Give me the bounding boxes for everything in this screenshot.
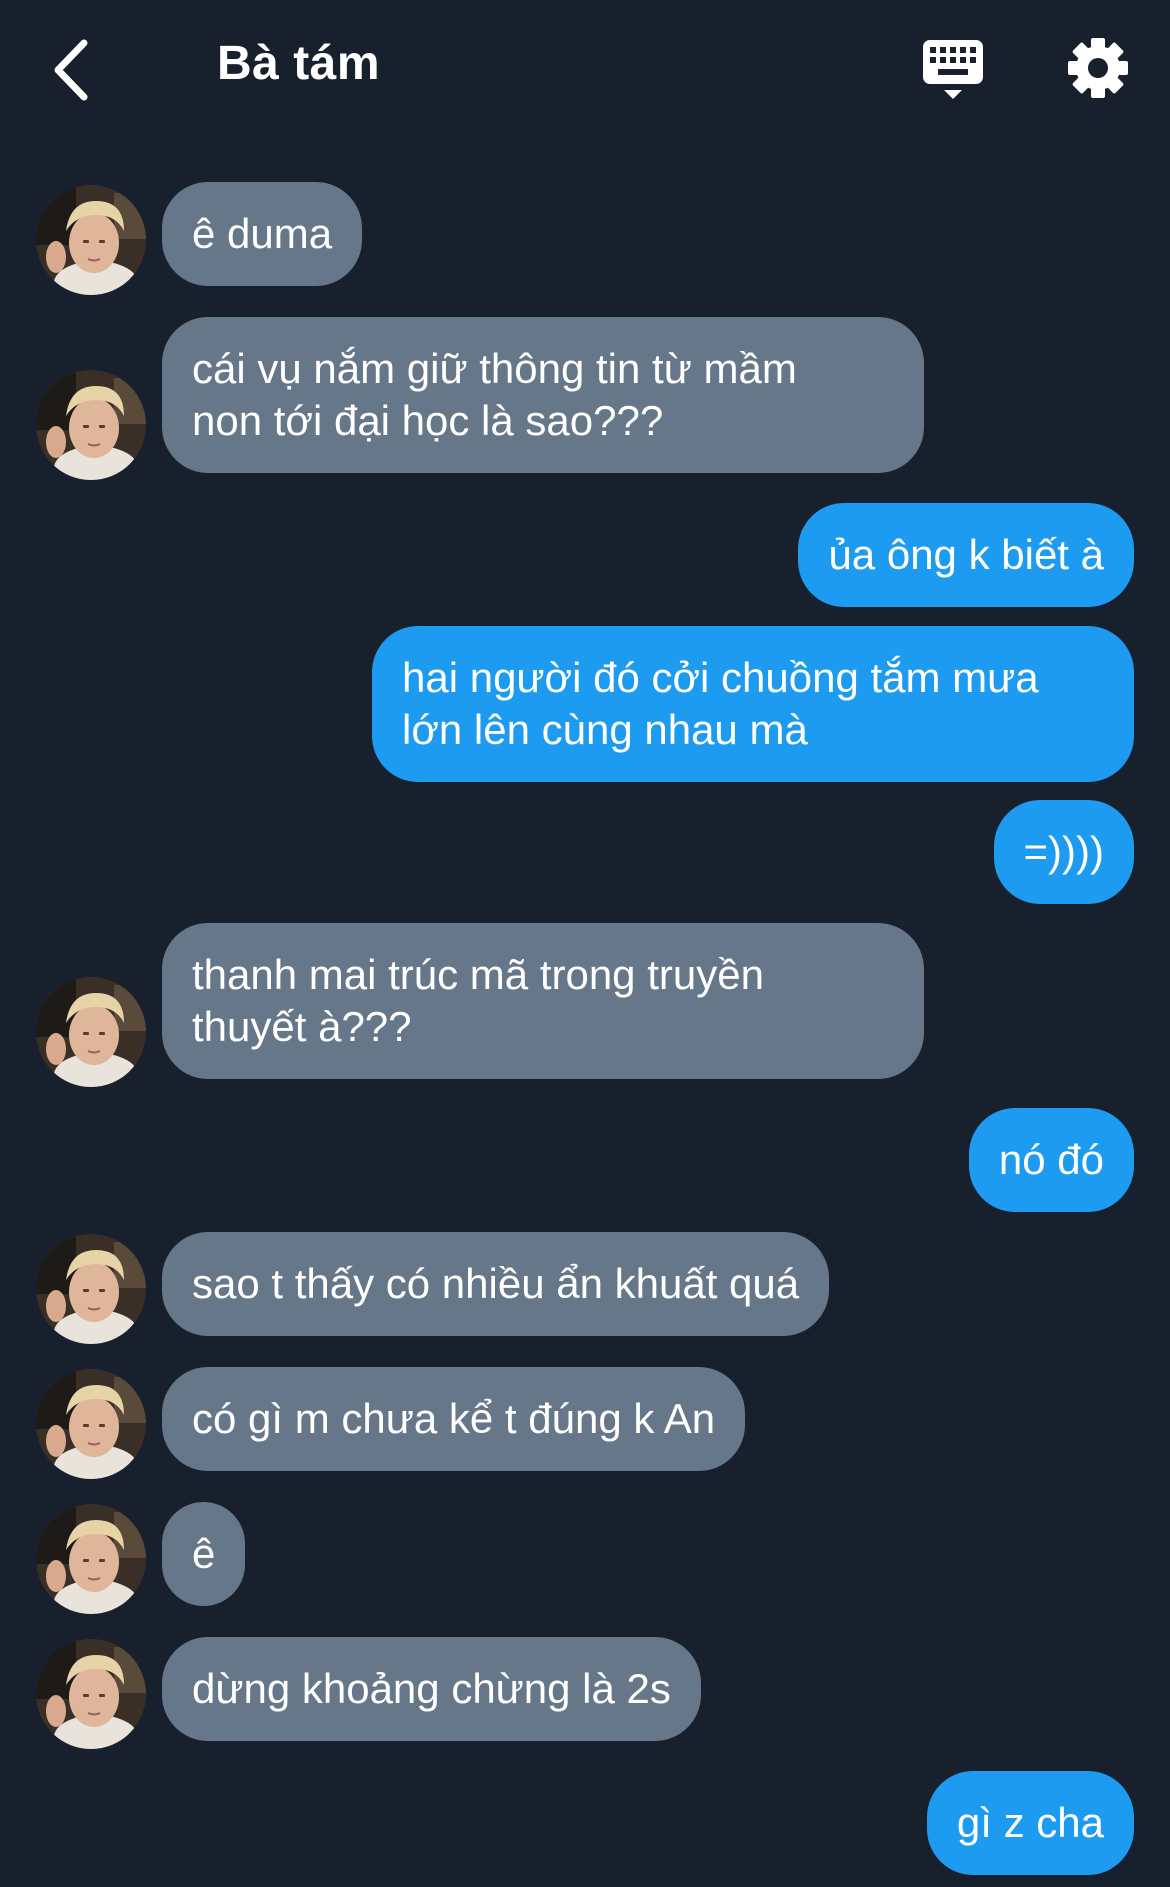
gear-icon — [1068, 38, 1128, 98]
profile-photo — [36, 977, 146, 1087]
avatar[interactable] — [36, 977, 146, 1087]
profile-photo — [36, 370, 146, 480]
message-bubble-outgoing[interactable]: gì z cha — [926, 1771, 1134, 1875]
message-text: non tới đại học là sao??? — [192, 397, 664, 444]
message-bubble-incoming[interactable]: ê duma — [162, 182, 363, 286]
message-text: =)))) — [1023, 828, 1104, 875]
back-button[interactable] — [40, 30, 100, 110]
profile-photo — [36, 1369, 146, 1479]
chat-header: Bà tám — [0, 0, 1170, 140]
message-text: cái vụ nắm giữ thông tin từ mầm — [192, 345, 797, 392]
message-bubble-outgoing[interactable]: =)))) — [993, 800, 1134, 904]
message-text: ê — [192, 1530, 216, 1577]
profile-photo — [36, 1504, 146, 1614]
chat-title: Bà tám — [217, 37, 381, 90]
message-bubble-incoming[interactable]: cái vụ nắm giữ thông tin từ mầm non tới … — [162, 317, 924, 473]
message-text: hai người đó cởi chuồng tắm mưa — [402, 654, 1039, 701]
settings-button[interactable] — [1066, 36, 1130, 100]
keyboard-toggle-button[interactable] — [918, 36, 988, 106]
avatar[interactable] — [36, 1639, 146, 1749]
message-bubble-incoming[interactable]: ê — [162, 1502, 246, 1606]
chevron-left-icon — [54, 39, 88, 101]
avatar[interactable] — [36, 370, 146, 480]
message-text: sao t thấy có nhiều ẩn khuất quá — [192, 1260, 800, 1307]
avatar[interactable] — [36, 185, 146, 295]
profile-photo — [36, 1639, 146, 1749]
profile-photo — [36, 1234, 146, 1344]
avatar[interactable] — [36, 1504, 146, 1614]
message-bubble-outgoing[interactable]: hai người đó cởi chuồng tắm mưa lớn lên … — [372, 626, 1134, 782]
message-text: thanh mai trúc mã trong truyền — [192, 951, 764, 998]
message-text: gì z cha — [956, 1799, 1104, 1846]
avatar[interactable] — [36, 1369, 146, 1479]
message-text: ủa ông k biết à — [828, 531, 1104, 578]
profile-photo — [36, 185, 146, 295]
message-bubble-incoming[interactable]: sao t thấy có nhiều ẩn khuất quá — [162, 1232, 830, 1336]
avatar[interactable] — [36, 1234, 146, 1344]
message-bubble-outgoing[interactable]: nó đó — [968, 1108, 1134, 1212]
message-text: ê duma — [192, 210, 333, 257]
message-bubble-incoming[interactable]: có gì m chưa kể t đúng k An — [162, 1367, 746, 1471]
message-bubble-outgoing[interactable]: ủa ông k biết à — [798, 503, 1134, 607]
keyboard-icon — [923, 40, 983, 99]
message-text: thuyết à??? — [192, 1003, 412, 1050]
message-text: có gì m chưa kể t đúng k An — [192, 1395, 716, 1442]
message-text: lớn lên cùng nhau mà — [402, 706, 808, 753]
message-bubble-incoming[interactable]: thanh mai trúc mã trong truyền thuyết à?… — [162, 923, 924, 1079]
message-text: nó đó — [998, 1136, 1104, 1183]
message-bubble-incoming[interactable]: dừng khoảng chừng là 2s — [162, 1637, 701, 1741]
message-text: dừng khoảng chừng là 2s — [192, 1665, 671, 1712]
